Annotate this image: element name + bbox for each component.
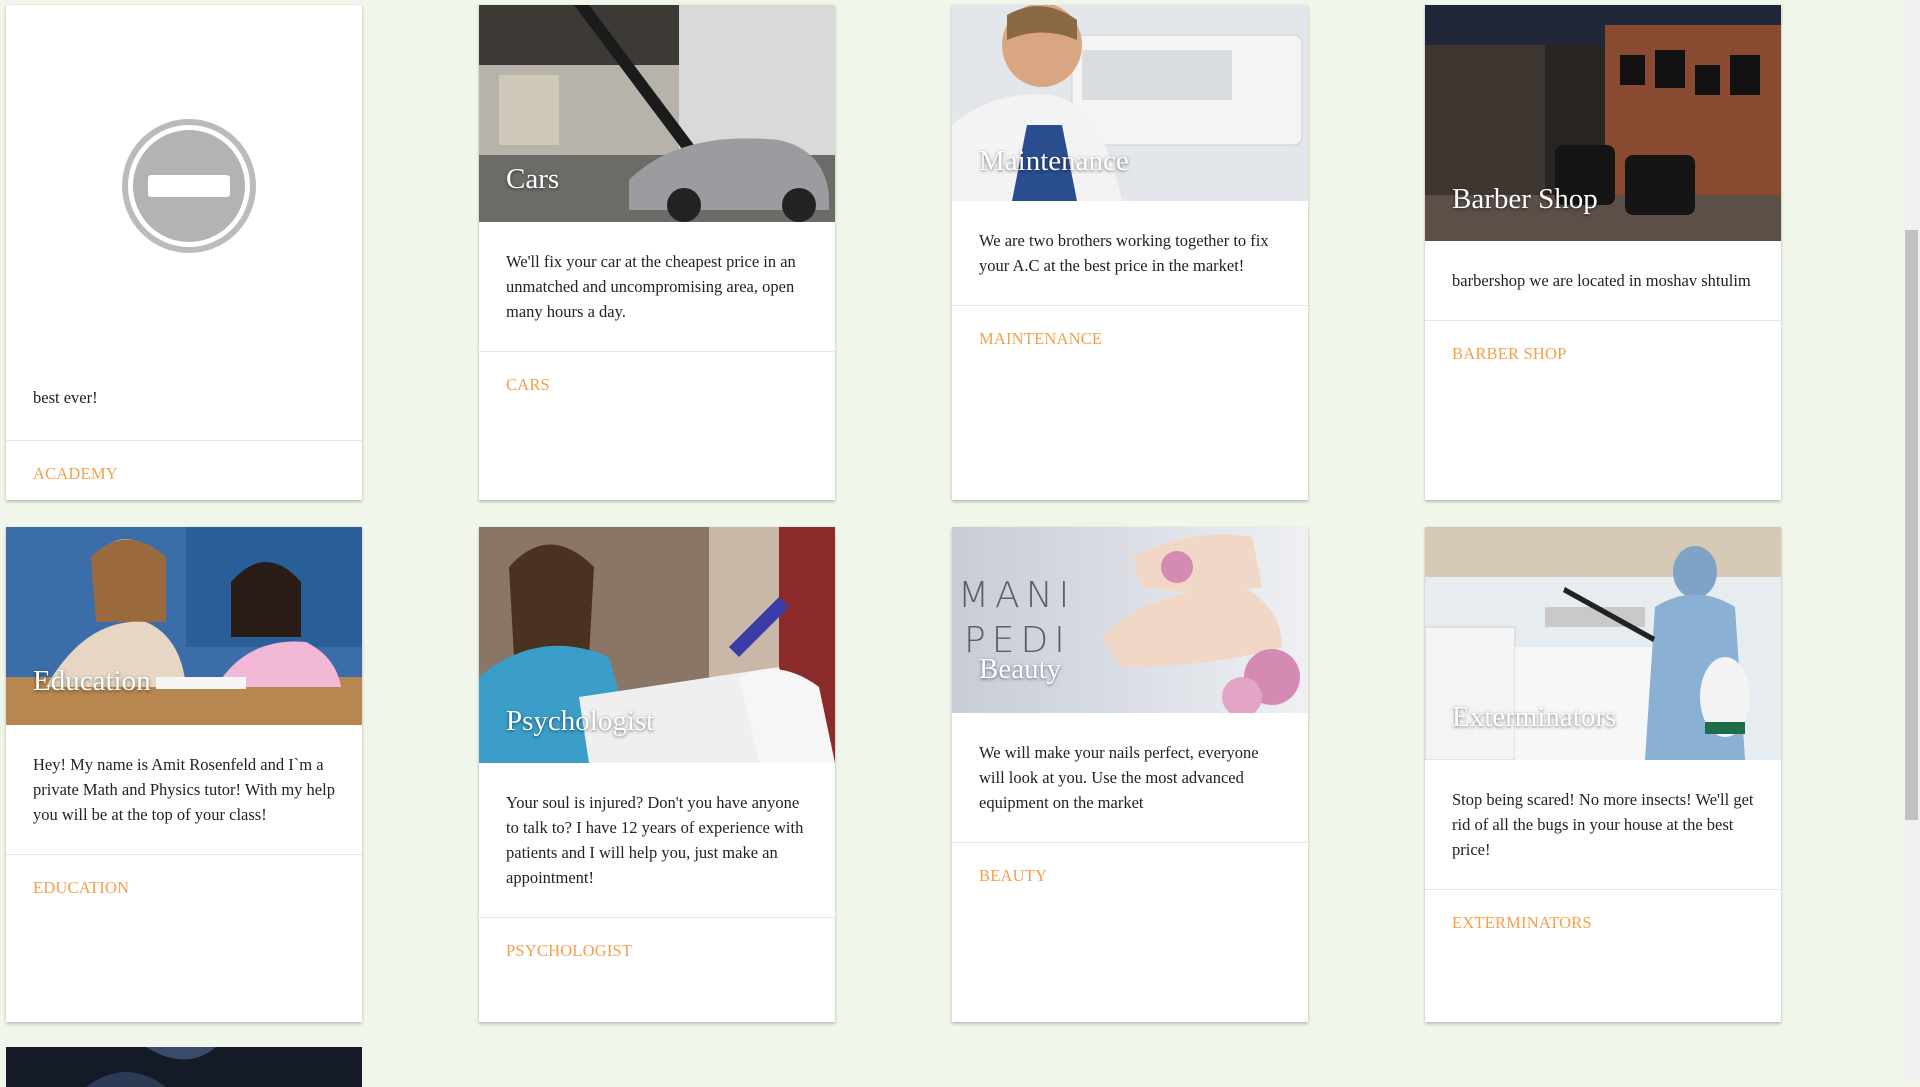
- card-academy: best ever! ACADEMY: [6, 5, 362, 500]
- card-title: Exterminators: [1452, 701, 1617, 733]
- card-image-barber-shop[interactable]: Barber Shop: [1425, 5, 1781, 241]
- card-image-psychologist[interactable]: Psychologist: [479, 527, 835, 763]
- card-psychologist: Psychologist Your soul is injured? Don't…: [479, 527, 835, 1022]
- card-barber-shop: Barber Shop barbershop we are located in…: [1425, 5, 1781, 500]
- card-title: Psychologist: [506, 705, 655, 737]
- card-action: BEAUTY: [952, 843, 1308, 909]
- card-next-partial[interactable]: [6, 1047, 362, 1087]
- no-entry-icon: [122, 119, 256, 253]
- card-title: Cars: [506, 163, 560, 195]
- card-text: We'll fix your car at the cheapest price…: [479, 222, 835, 352]
- card-maintenance: Maintenance We are two brothers working …: [952, 5, 1308, 500]
- card-image-cars[interactable]: Cars: [479, 5, 835, 222]
- card-action: ACADEMY: [6, 440, 362, 500]
- card-action: MAINTENANCE: [952, 306, 1308, 372]
- card-text: Stop being scared! No more insects! We'l…: [1425, 760, 1781, 890]
- card-action: CARS: [479, 352, 835, 418]
- card-image-placeholder: best ever!: [6, 5, 362, 440]
- card-text: Your soul is injured? Don't you have any…: [479, 763, 835, 918]
- card-image-maintenance[interactable]: Maintenance: [952, 5, 1308, 201]
- card-image-exterminators[interactable]: Exterminators: [1425, 527, 1781, 760]
- card-education: Education Hey! My name is Amit Rosenfeld…: [6, 527, 362, 1022]
- card-image-beauty[interactable]: MANI PEDI Beauty: [952, 527, 1308, 713]
- card-action: BARBER SHOP: [1425, 321, 1781, 387]
- education-link[interactable]: EDUCATION: [33, 878, 129, 897]
- card-action: PSYCHOLOGIST: [479, 918, 835, 984]
- academy-link[interactable]: ACADEMY: [33, 464, 118, 483]
- partial-card-image: [6, 1047, 362, 1087]
- card-title: Barber Shop: [1452, 183, 1598, 215]
- card-text: barbershop we are located in moshav shtu…: [1425, 241, 1781, 321]
- card-text: Hey! My name is Amit Rosenfeld and I`m a…: [6, 725, 362, 855]
- scrollbar-thumb[interactable]: [1905, 230, 1918, 820]
- card-title: Beauty: [979, 653, 1062, 685]
- card-text: best ever!: [33, 388, 98, 407]
- exterminators-link[interactable]: EXTERMINATORS: [1452, 913, 1592, 932]
- psychologist-link[interactable]: PSYCHOLOGIST: [506, 941, 632, 960]
- beauty-link[interactable]: BEAUTY: [979, 866, 1047, 885]
- card-text: We will make your nails perfect, everyon…: [952, 713, 1308, 843]
- cars-link[interactable]: CARS: [506, 375, 550, 394]
- card-exterminators: Exterminators Stop being scared! No more…: [1425, 527, 1781, 1022]
- card-beauty: MANI PEDI Beauty We will make your nails…: [952, 527, 1308, 1022]
- mani-text: MANI: [958, 575, 1076, 616]
- card-text: We are two brothers working together to …: [952, 201, 1308, 306]
- card-action: EXTERMINATORS: [1425, 890, 1781, 956]
- maintenance-link[interactable]: MAINTENANCE: [979, 329, 1102, 348]
- barber-shop-link[interactable]: BARBER SHOP: [1452, 344, 1567, 363]
- card-title: Education: [33, 665, 151, 697]
- card-action: EDUCATION: [6, 855, 362, 921]
- card-cars: Cars We'll fix your car at the cheapest …: [479, 5, 835, 500]
- card-image-education[interactable]: Education: [6, 527, 362, 725]
- card-title: Maintenance: [979, 145, 1129, 177]
